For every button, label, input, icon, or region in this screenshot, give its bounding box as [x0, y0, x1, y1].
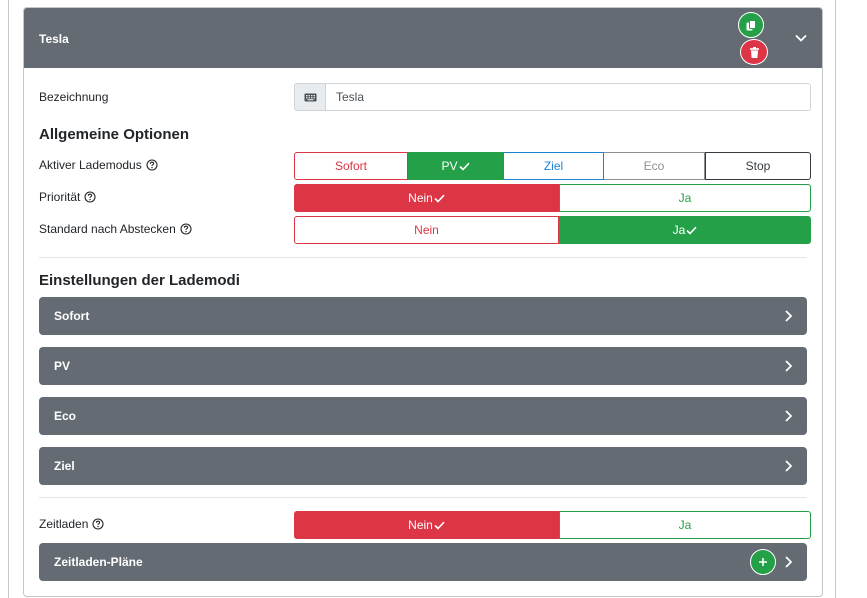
priority-yes-button[interactable]: Ja: [559, 184, 811, 212]
divider: [39, 497, 807, 498]
bezeichnung-label: Bezeichnung: [39, 90, 108, 104]
default-after-unplug-group: Nein Ja: [294, 216, 811, 244]
default-yes-button[interactable]: Ja: [559, 216, 811, 244]
charge-mode-label: Aktiver Lademodus: [39, 158, 158, 172]
accordion-time-charging-plans[interactable]: Zeitladen-Pläne: [39, 543, 807, 581]
copy-icon: [746, 19, 756, 30]
default-yes-label: Ja: [672, 223, 686, 237]
accordion-pv-label: PV: [54, 359, 71, 373]
help-circle-icon[interactable]: [146, 159, 158, 171]
default-no-label: Nein: [414, 223, 439, 237]
mode-settings-title: Einstellungen der Lademodi: [39, 272, 240, 289]
time-charging-label: Zeitladen: [39, 517, 104, 531]
time-charging-no-label: Nein: [408, 518, 433, 532]
vehicle-card: Tesla Bezeichnung Tesla Allgemeine Optio…: [23, 7, 823, 597]
keyboard-icon: [304, 93, 316, 101]
check-icon: [434, 194, 445, 203]
chevron-right-icon: [785, 556, 793, 568]
plus-icon: [759, 558, 767, 566]
mode-option-stop-label: Stop: [745, 159, 771, 173]
delete-button[interactable]: [740, 39, 768, 65]
default-no-button[interactable]: Nein: [294, 216, 559, 244]
accordion-pv[interactable]: PV: [39, 347, 807, 385]
mode-option-eco-label: Eco: [643, 159, 665, 173]
accordion-ziel[interactable]: Ziel: [39, 447, 807, 485]
default-after-unplug-label: Standard nach Abstecken: [39, 222, 192, 236]
chevron-right-icon: [785, 360, 793, 372]
mode-option-ziel-label: Ziel: [543, 159, 564, 173]
charge-mode-group: Sofort PV Ziel Eco Stop: [294, 152, 811, 180]
card-title: Tesla: [39, 32, 69, 46]
priority-label-text: Priorität: [39, 190, 81, 204]
chevron-down-icon[interactable]: [794, 33, 808, 43]
chevron-right-icon: [785, 410, 793, 422]
time-charging-label-text: Zeitladen: [39, 517, 89, 531]
copy-button[interactable]: [738, 12, 764, 38]
mode-option-pv[interactable]: PV: [408, 152, 503, 180]
bezeichnung-input-group: [294, 83, 811, 111]
mode-option-ziel[interactable]: Ziel: [503, 152, 604, 180]
mode-option-eco[interactable]: Eco: [604, 152, 705, 180]
accordion-sofort[interactable]: Sofort: [39, 297, 807, 335]
time-charging-group: Nein Ja: [294, 511, 811, 539]
time-charging-yes-button[interactable]: Ja: [559, 511, 811, 539]
priority-label: Priorität: [39, 190, 96, 204]
bezeichnung-input[interactable]: [325, 83, 811, 111]
trash-icon: [749, 46, 759, 58]
chevron-right-icon: [785, 460, 793, 472]
general-options-title: Allgemeine Optionen: [39, 126, 190, 143]
add-plan-button[interactable]: [750, 549, 776, 575]
check-icon: [434, 521, 445, 530]
time-charging-plans-label: Zeitladen-Pläne: [54, 555, 143, 569]
bezeichnung-label-text: Bezeichnung: [39, 90, 109, 104]
accordion-sofort-label: Sofort: [54, 309, 90, 323]
priority-yes-label: Ja: [678, 191, 692, 205]
divider: [39, 257, 807, 258]
mode-option-pv-label: PV: [441, 159, 458, 173]
accordion-eco[interactable]: Eco: [39, 397, 807, 435]
chevron-right-icon: [785, 310, 793, 322]
priority-no-button[interactable]: Nein: [294, 184, 559, 212]
priority-no-label: Nein: [408, 191, 433, 205]
accordion-eco-label: Eco: [54, 409, 77, 423]
charge-mode-label-text: Aktiver Lademodus: [39, 158, 142, 172]
mode-option-stop[interactable]: Stop: [705, 152, 811, 180]
priority-group: Nein Ja: [294, 184, 811, 212]
mode-option-sofort-label: Sofort: [334, 159, 367, 173]
mode-option-sofort[interactable]: Sofort: [294, 152, 408, 180]
help-circle-icon[interactable]: [92, 518, 104, 530]
card-header[interactable]: Tesla: [24, 8, 822, 68]
time-charging-yes-label: Ja: [678, 518, 692, 532]
default-after-unplug-label-text: Standard nach Abstecken: [39, 222, 176, 236]
help-circle-icon[interactable]: [84, 191, 96, 203]
help-circle-icon[interactable]: [180, 223, 192, 235]
accordion-ziel-label: Ziel: [54, 459, 75, 473]
check-icon: [458, 162, 470, 171]
time-charging-no-button[interactable]: Nein: [294, 511, 559, 539]
check-icon: [686, 226, 697, 235]
keyboard-icon-prefix: [294, 83, 326, 111]
